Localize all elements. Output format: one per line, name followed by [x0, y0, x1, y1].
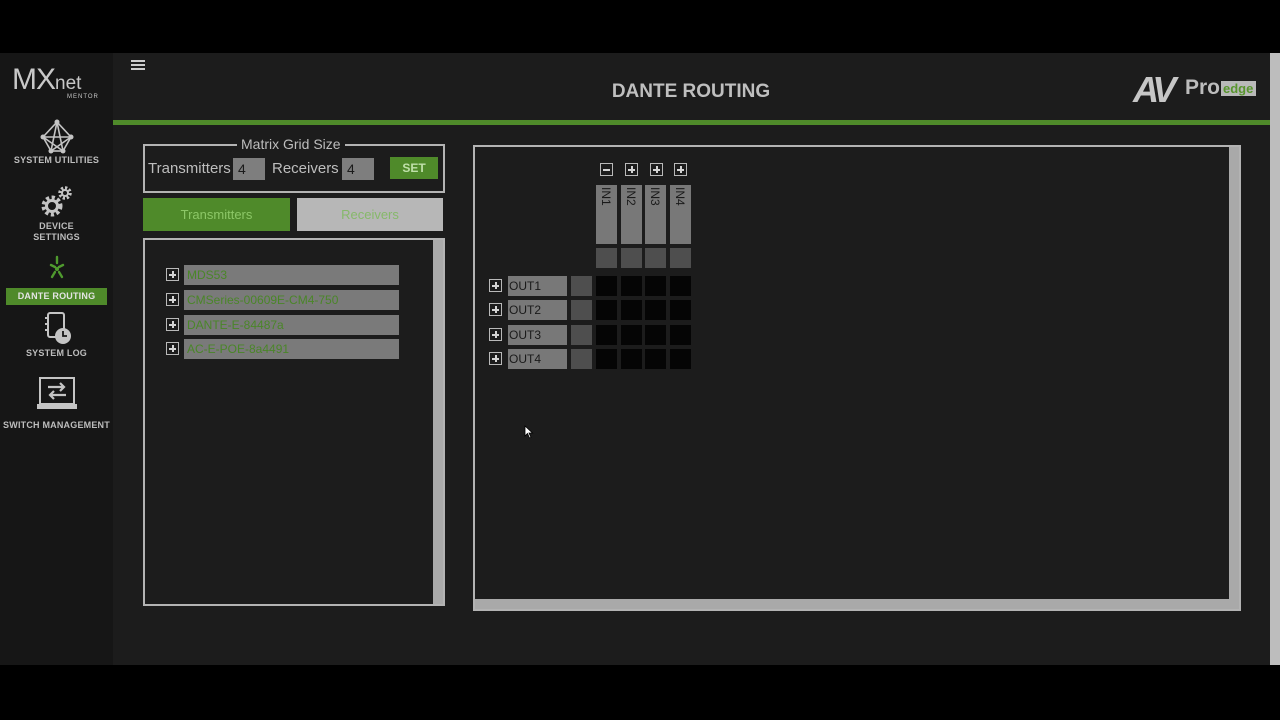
device-name: AC-E-POE-8a4491: [184, 339, 399, 359]
sidebar-item-system-utilities[interactable]: SYSTEM UTILITIES: [0, 119, 113, 166]
device-name: MDS53: [184, 265, 399, 285]
gears-icon: [41, 186, 72, 217]
crosspoint-cell[interactable]: [596, 300, 617, 320]
dante-icon: [49, 255, 64, 279]
output-row-label[interactable]: OUT2: [508, 300, 567, 320]
expand-plus-icon[interactable]: [166, 318, 179, 331]
crosspoint-cell[interactable]: [645, 349, 666, 369]
crosspoint-cell[interactable]: [621, 349, 642, 369]
crosspoint-cell[interactable]: [621, 300, 642, 320]
output-channel-cell: [571, 325, 592, 345]
expand-plus-icon[interactable]: [166, 342, 179, 355]
crosspoint-cell[interactable]: [645, 325, 666, 345]
routing-matrix-panel: IN1 IN2 IN3 IN4 OUT1 OUT2 OUT3 OUT4: [473, 145, 1241, 611]
input-column-header[interactable]: IN4: [670, 185, 691, 244]
matrix-vertical-scrollbar[interactable]: [1229, 147, 1239, 599]
expand-plus-icon[interactable]: [650, 163, 663, 176]
sidebar-item-label: DEVICE SETTINGS: [33, 221, 80, 242]
output-channel-cell: [571, 300, 592, 320]
brand-pro: Pro: [1185, 76, 1221, 99]
output-row-label[interactable]: OUT1: [508, 276, 567, 296]
set-button[interactable]: SET: [390, 157, 438, 179]
logo-sub: MENTOR: [67, 94, 99, 100]
input-label: IN2: [624, 187, 638, 206]
crosspoint-cell[interactable]: [670, 300, 691, 320]
mxnet-logo: MXnet MENTOR: [12, 65, 104, 103]
sidebar-item-label: DANTE ROUTING: [6, 288, 107, 305]
tab-receivers[interactable]: Receivers: [297, 198, 443, 231]
output-channel-cell: [571, 349, 592, 369]
input-column-header[interactable]: IN3: [645, 185, 666, 244]
crosspoint-cell[interactable]: [596, 349, 617, 369]
hamburger-menu-icon[interactable]: [131, 60, 145, 72]
receivers-label: Receivers: [272, 160, 339, 177]
receivers-count-input[interactable]: [342, 158, 374, 180]
matrix-grid-size-panel: Matrix Grid Size Transmitters Receivers …: [143, 136, 445, 193]
brand-av: AV: [1133, 69, 1176, 110]
header-divider: [113, 120, 1270, 125]
brand-edge: edge: [1221, 81, 1257, 96]
logo-suffix: net: [55, 73, 82, 94]
device-list-scrollbar[interactable]: [433, 240, 443, 604]
sidebar: MXnet MENTOR SYSTEM UTILITIES DEVICE SET…: [0, 53, 113, 665]
output-channel-cell: [571, 276, 592, 296]
crosspoint-cell[interactable]: [645, 300, 666, 320]
log-clock-icon: [44, 312, 71, 344]
expand-plus-icon[interactable]: [674, 163, 687, 176]
crosspoint-cell[interactable]: [670, 276, 691, 296]
expand-plus-icon[interactable]: [166, 293, 179, 306]
crosspoint-cell[interactable]: [621, 276, 642, 296]
grid-size-title: Matrix Grid Size: [237, 136, 345, 152]
sidebar-item-label: SYSTEM LOG: [25, 348, 87, 358]
output-row-label[interactable]: OUT4: [508, 349, 567, 369]
input-column-header[interactable]: IN1: [596, 185, 617, 244]
expand-plus-icon[interactable]: [489, 279, 502, 292]
page-vertical-scrollbar[interactable]: [1270, 53, 1280, 665]
expand-plus-icon[interactable]: [489, 352, 502, 365]
device-name: DANTE-E-84487a: [184, 315, 399, 335]
app-window: MXnet MENTOR SYSTEM UTILITIES DEVICE SET…: [0, 53, 1270, 665]
mouse-cursor-icon: [524, 425, 534, 439]
sidebar-item-dante-routing[interactable]: DANTE ROUTING: [0, 254, 113, 305]
logo-main: MX: [12, 63, 56, 96]
sidebar-item-system-log[interactable]: SYSTEM LOG: [0, 312, 113, 359]
page-title: DANTE ROUTING: [611, 81, 771, 102]
matrix-horizontal-scrollbar[interactable]: [475, 599, 1239, 609]
expand-plus-icon[interactable]: [489, 303, 502, 316]
device-list: MDS53 CMSeries-00609E-CM4-750 DANTE-E-84…: [143, 238, 445, 606]
input-channel-cell: [621, 248, 642, 268]
expand-plus-icon[interactable]: [489, 328, 502, 341]
input-channel-cell: [596, 248, 617, 268]
output-row-label[interactable]: OUT3: [508, 325, 567, 345]
device-name: CMSeries-00609E-CM4-750: [184, 290, 399, 310]
tab-transmitters[interactable]: Transmitters: [143, 198, 290, 231]
avproedge-logo: AV Pro edge: [1133, 71, 1263, 111]
sidebar-item-label: SYSTEM UTILITIES: [13, 155, 100, 165]
input-label: IN1: [599, 187, 613, 206]
sidebar-item-switch-management[interactable]: SWITCH MANAGEMENT: [0, 376, 113, 431]
input-label: IN4: [673, 187, 687, 206]
collapse-minus-icon[interactable]: [600, 163, 613, 176]
crosspoint-cell[interactable]: [670, 349, 691, 369]
sidebar-item-device-settings[interactable]: DEVICE SETTINGS: [0, 185, 113, 243]
crosspoint-cell[interactable]: [670, 325, 691, 345]
transmitters-count-input[interactable]: [233, 158, 265, 180]
switch-icon: [36, 377, 77, 409]
crosspoint-cell[interactable]: [645, 276, 666, 296]
input-channel-cell: [670, 248, 691, 268]
expand-plus-icon[interactable]: [166, 268, 179, 281]
network-icon: [40, 119, 73, 154]
crosspoint-cell[interactable]: [596, 325, 617, 345]
crosspoint-cell[interactable]: [596, 276, 617, 296]
expand-plus-icon[interactable]: [625, 163, 638, 176]
sidebar-item-label: SWITCH MANAGEMENT: [3, 420, 110, 430]
crosspoint-cell[interactable]: [621, 325, 642, 345]
input-label: IN3: [648, 187, 662, 206]
transmitters-label: Transmitters: [148, 160, 231, 177]
input-column-header[interactable]: IN2: [621, 185, 642, 244]
input-channel-cell: [645, 248, 666, 268]
